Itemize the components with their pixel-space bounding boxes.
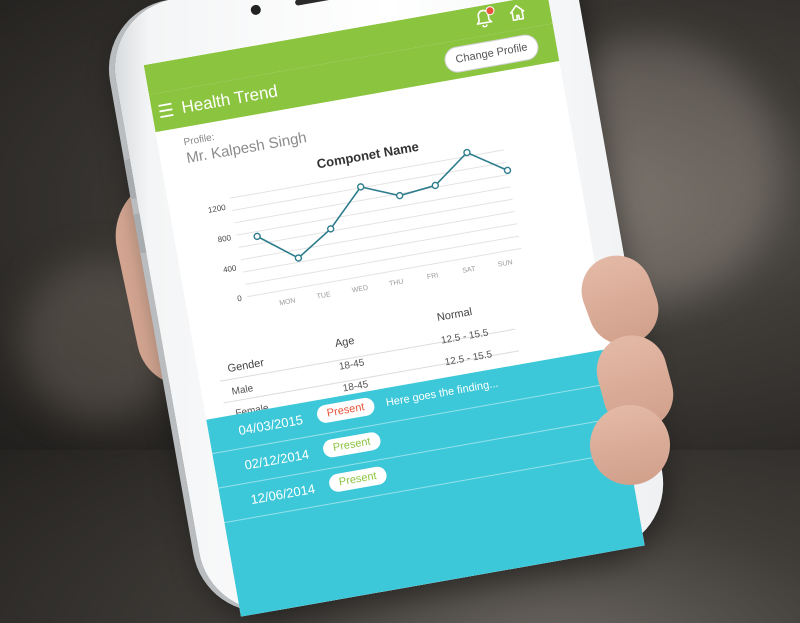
earpiece-speaker [294, 0, 365, 6]
chart-x-tick-label: FRI [427, 272, 439, 281]
chart-y-tick-label: 800 [217, 233, 232, 244]
hamburger-menu-icon[interactable]: ☰ [156, 99, 177, 123]
chart-gridline [240, 210, 515, 261]
table-cell: 12.5 - 15.5 [444, 349, 494, 369]
chart-y-tick-label: 400 [222, 263, 237, 274]
chart-data-point [294, 254, 303, 262]
chart-gridline [234, 174, 509, 224]
table-header-age: Age [334, 334, 356, 351]
chart-y-tick-label: 0 [236, 294, 242, 304]
finding-date: 12/06/2014 [249, 480, 317, 508]
page-title: Health Trend [180, 81, 280, 118]
table-cell: 12.5 - 15.5 [440, 327, 490, 347]
chart-x-tick-label: MON [279, 297, 296, 307]
chart-gridline [245, 235, 520, 285]
home-icon[interactable] [507, 2, 529, 28]
chart-data-point [395, 191, 404, 200]
chart-x-tick-label: SUN [497, 259, 513, 268]
chart-data-point [463, 148, 471, 157]
chart-gridline [243, 223, 518, 273]
chart-data-point [253, 232, 261, 241]
volume-button [123, 159, 137, 200]
chart-data-point [431, 181, 440, 190]
finding-date: 02/12/2014 [243, 446, 311, 473]
table-cell: Male [230, 383, 255, 398]
chart-data-point [326, 225, 335, 233]
chart-data-point [357, 183, 365, 191]
table-header-normal: Normal [436, 306, 474, 324]
chart-x-tick-label: SAT [462, 266, 477, 275]
notification-dot [484, 5, 496, 16]
chart-gridline [238, 198, 513, 248]
table-header-gender: Gender [226, 356, 265, 376]
chart-gridline [247, 247, 522, 298]
status-badge: Present [315, 396, 376, 425]
status-badge: Present [321, 430, 382, 459]
chart-gridline [232, 161, 507, 211]
chart-x-tick-label: TUE [316, 291, 331, 300]
chart-data-point [503, 166, 512, 175]
chart-x-tick-label: WED [351, 285, 368, 295]
status-badge: Present [327, 465, 388, 494]
chart-gridline [236, 186, 511, 236]
bell-icon[interactable] [474, 5, 496, 33]
front-camera [250, 4, 262, 16]
app-screen: ☰ Health Trend Change Profile Profile: M… [143, 0, 645, 617]
chart-x-tick-label: THU [389, 278, 404, 287]
chart-y-tick-label: 1200 [207, 203, 227, 215]
finding-date: 04/03/2015 [237, 412, 305, 439]
